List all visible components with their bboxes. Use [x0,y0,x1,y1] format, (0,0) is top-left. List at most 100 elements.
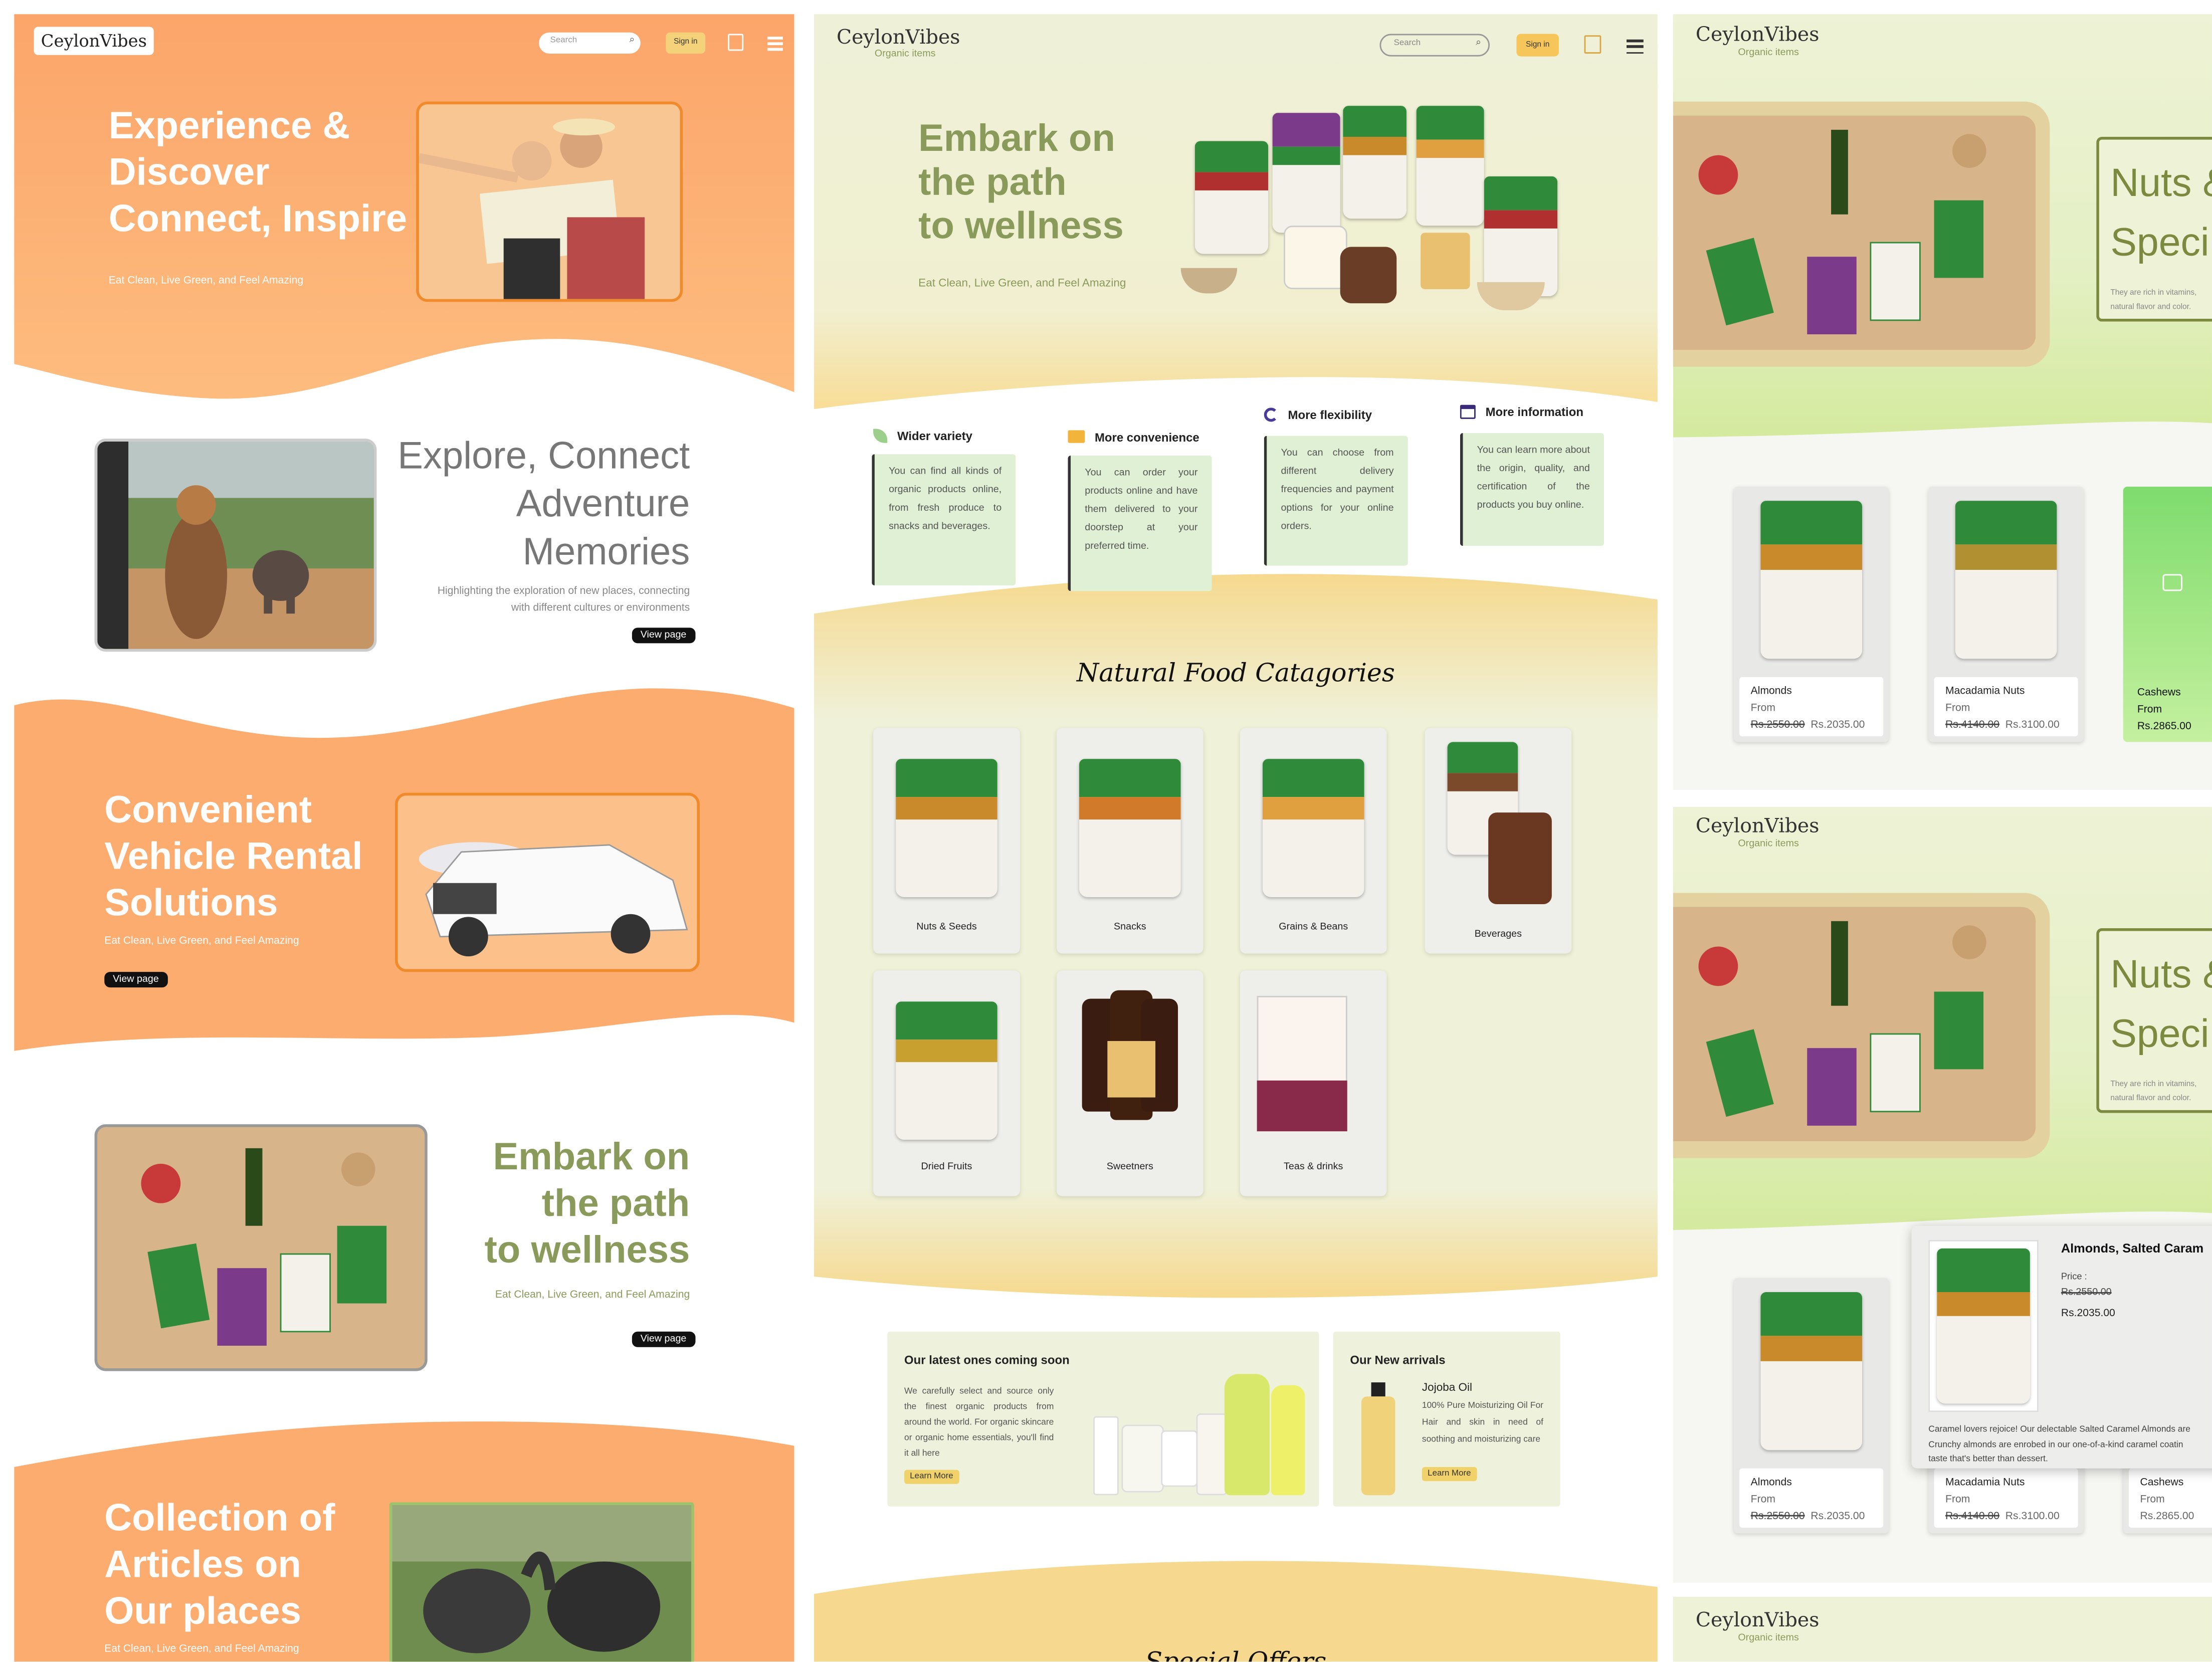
product-info: Cashews From Rs.2865.00 [2128,1468,2212,1528]
explore-description: Highlighting the exploration of new plac… [437,584,690,614]
category-card-teas-drinks[interactable]: Teas & drinks [1240,970,1387,1196]
banner-flatlay-photo-2 [1673,907,2036,1141]
product-info: Almonds From Rs.2550.00 Rs.2035.00 [1739,677,1884,737]
product-price: Rs.2865.00 [2140,1509,2194,1522]
search-input[interactable]: Search ⌕ [539,32,641,54]
search-placeholder: Search [1393,39,1421,48]
search-input[interactable]: Search ⌕ [1379,34,1490,57]
product-info: Macadamia Nuts From Rs.4140.00 Rs.3100.0… [1934,1468,2078,1528]
shop-logo-subtitle-3: Organic items [1738,1633,1799,1643]
new-arrivals-title: Our New arrivals [1350,1353,1446,1367]
feature-text-convenience: You can order your products online and h… [1068,456,1212,591]
articles-title: Collection of Articles on Our places [104,1497,335,1632]
organic-hero-title: Embark on the path to wellness [918,117,1124,247]
shop-logo-2[interactable]: CeylonVibes [1696,815,1820,838]
menu-icon[interactable] [767,37,783,50]
product-info: Macadamia Nuts From Rs.4140.00 Rs.3100.0… [1934,677,2078,737]
travel-panel: CeylonVibes Search ⌕ Sign in Experience … [14,14,794,1662]
category-label: Teas & drinks [1284,1162,1343,1172]
category-card-nuts-seeds[interactable]: Nuts & Seeds [873,728,1020,954]
category-card-dried-fruits[interactable]: Dried Fruits [873,970,1020,1196]
new-arrival-learn-more-button[interactable]: Learn More [1422,1467,1477,1482]
organic-products-flatlay-photo [94,1124,428,1371]
explore-title: Explore, Connect Adventure Memories [397,434,690,573]
new-arrival-product-name: Jojoba Oil [1422,1381,1473,1394]
organic-hero-subtitle: Eat Clean, Live Green, and Feel Amazing [918,276,1126,289]
latest-promo-learn-more-button[interactable]: Learn More [904,1470,959,1484]
category-card-beverages[interactable]: Beverages [1425,728,1572,954]
feature-text-flexibility: You can choose from different delivery f… [1264,436,1408,566]
quick-view-old-price: Rs.2550.00 [2061,1288,2112,1298]
organic-logo-subtitle: Organic items [874,49,936,60]
elephants-photo [389,1502,694,1662]
category-label: Nuts & Seeds [916,922,977,933]
product-price: Rs.2035.00 [1811,718,1865,731]
vehicle-view-page-button[interactable]: View page [104,972,167,988]
product-from-label: From [2137,702,2162,715]
shop-logo-3[interactable]: CeylonVibes [1696,1609,1820,1632]
latest-promo-title: Our latest ones coming soon [904,1353,1070,1367]
feature-title-information: More information [1485,404,1583,419]
elephant-safari-photo [94,439,377,652]
feature-title-variety: Wider variety [897,429,973,443]
product-card-almonds[interactable]: Almonds From Rs.2550.00 Rs.2035.00 [1733,486,1889,742]
product-old-price: Rs.2550.00 [1750,1509,1805,1522]
product-card-cashews-hover[interactable]: Cashews From Rs.2865.00 [2123,486,2212,742]
product-card-almonds-2[interactable]: Almonds From Rs.2550.00 Rs.2035.00 [1733,1278,1889,1534]
quick-view-title: Almonds, Salted Caram [2061,1241,2204,1256]
banner-text: They are rich in vitamins, natural flavor… [2110,289,2197,312]
wellness-subtitle: Eat Clean, Live Green, and Feel Amazing [495,1288,690,1301]
product-from-label: From [2140,1492,2165,1505]
product-price: Rs.2035.00 [1811,1509,1865,1522]
organic-logo[interactable]: CeylonVibes [837,27,960,49]
menu-icon[interactable] [1627,39,1644,55]
shop-logo-subtitle: Organic items [1738,48,1799,58]
banner-title: Nuts &Speci [2110,952,2212,1056]
jojoba-bottle-image [1361,1382,1395,1496]
organic-panel: CeylonVibes Organic items Search ⌕ Sign … [814,14,1658,1662]
cart-icon[interactable] [728,34,744,51]
banner-text: They are rich in vitamins, natural flavor… [2110,1080,2197,1103]
shop-logo[interactable]: CeylonVibes [1696,24,1820,47]
quick-view-price: Rs.2035.00 [2061,1306,2115,1319]
product-name: Macadamia Nuts [1945,684,2025,697]
shop-logo-subtitle-2: Organic items [1738,839,1799,850]
category-label: Beverages [1474,929,1522,940]
product-card-macadamia[interactable]: Macadamia Nuts From Rs.4140.00 Rs.3100.0… [1928,486,2084,742]
sign-in-button[interactable]: Sign in [1516,34,1559,57]
product-name: Almonds [1750,684,1792,697]
vehicle-title: Convenient Vehicle Rental Solutions [104,788,363,924]
cart-icon[interactable] [1584,35,1601,54]
category-card-grains-beans[interactable]: Grains & Beans [1240,728,1387,954]
search-icon[interactable]: ⌕ [1476,38,1481,50]
travel-logo[interactable]: CeylonVibes [34,27,154,55]
showcase-canvas: CeylonVibes Search ⌕ Sign in Experience … [0,0,2212,1662]
sign-in-button[interactable]: Sign in [666,32,706,54]
banner-title: Nuts &Speci [2110,160,2212,264]
wellness-view-page-button[interactable]: View page [632,1331,695,1347]
search-icon[interactable]: ⌕ [629,35,635,47]
latest-promo-text: We carefully select and source only the … [904,1386,1054,1459]
product-quick-view[interactable]: Almonds, Salted Caram Price : Rs.2550.00… [1911,1225,2212,1469]
category-label: Snacks [1114,922,1146,933]
product-name: Cashews [2137,685,2181,699]
add-to-cart-icon[interactable] [2162,574,2182,591]
hero-title: Experience & Discover Connect, Inspire [108,104,408,240]
product-info: Almonds From Rs.2550.00 Rs.2035.00 [1739,1468,1884,1528]
explore-view-page-button[interactable]: View page [632,628,695,644]
new-arrival-text: 100% Pure Moisturizing Oil For Hair and … [1422,1400,1543,1444]
category-card-sweetners[interactable]: Sweetners [1056,970,1203,1196]
feature-title-flexibility: More flexibility [1288,407,1372,422]
wellness-title: Embark on the path to wellness [484,1135,690,1271]
skincare-products-image [1091,1343,1314,1501]
product-from-label: From [1945,1492,1970,1505]
product-price: Rs.2865.00 [2137,719,2191,732]
category-card-snacks[interactable]: Snacks [1056,728,1203,954]
banner-title-box: Nuts &Speci They are rich in vitamins,na… [2096,136,2212,322]
hero-subtitle: Eat Clean, Live Green, and Feel Amazing [108,273,304,287]
new-arrivals-promo: Our New arrivals Jojoba Oil 100% Pure Mo… [1333,1331,1560,1507]
product-name: Cashews [2140,1475,2184,1489]
product-from-label: From [1945,701,1970,714]
feature-title-convenience: More convenience [1094,430,1199,445]
calendar-icon [1460,404,1476,419]
